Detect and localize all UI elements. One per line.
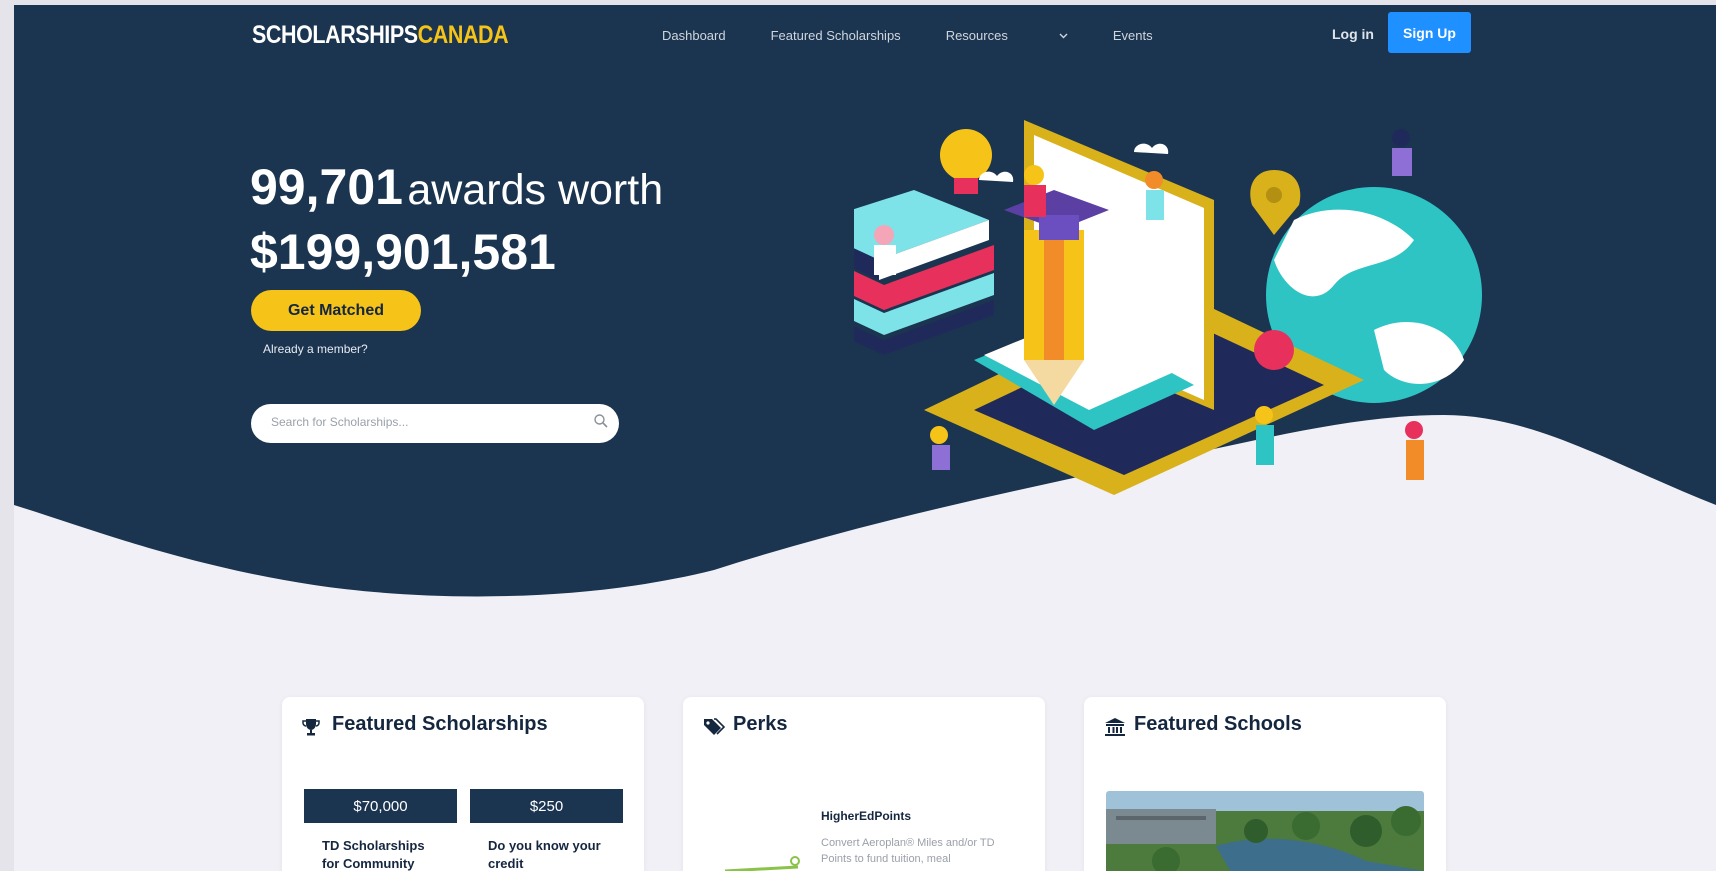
awards-total-value: $199,901,581 [250,224,556,280]
hero-headline: 99,701 awards worth $199,901,581 [250,161,663,278]
perk-item-title[interactable]: HigherEdPoints [821,809,911,823]
scholarship-tile[interactable]: $250 Do you know your credit [470,789,623,871]
scholarship-title: TD Scholarships for Community [322,838,425,871]
site-logo[interactable]: SCHOLARSHIPSCANADA [252,21,509,50]
featured-schools-title: Featured Schools [1134,713,1302,735]
search-icon[interactable] [593,413,609,429]
awards-worth-text: awards worth [407,166,664,214]
perk-item-description: Convert Aeroplan® Miles and/or TD Points… [821,837,995,865]
hero-illustration [854,120,1482,495]
tags-icon [704,718,725,735]
featured-schools-card: Featured Schools [1084,697,1446,871]
nav-resources-label: Resources [945,28,1008,43]
page-frame: SCHOLARSHIPSCANADA Dashboard Featured Sc… [14,5,1716,871]
scholarship-title: Do you know your credit [488,838,601,871]
featured-scholarships-card: Featured Scholarships $70,000 TD Scholar… [282,697,644,871]
login-link[interactable]: Log in [1332,26,1374,42]
perks-card: Perks HigherEdPoints Convert Aeroplan® M… [683,697,1045,871]
get-matched-button[interactable]: Get Matched [251,290,421,331]
nav-dashboard[interactable]: Dashboard [662,28,726,43]
already-member-link[interactable]: Already a member? [263,342,368,356]
trophy-icon [302,719,320,736]
nav-resources[interactable]: Resources [946,28,1068,43]
school-campus-photo[interactable] [1106,791,1424,871]
featured-scholarships-title: Featured Scholarships [332,713,548,735]
nav-featured-scholarships[interactable]: Featured Scholarships [771,28,901,43]
scholarship-tile[interactable]: $70,000 TD Scholarships for Community [304,789,457,871]
university-icon [1105,718,1125,736]
top-navigation: SCHOLARSHIPSCANADA Dashboard Featured Sc… [14,5,1716,65]
scholarship-amount: $250 [470,789,623,823]
scholarship-amount: $70,000 [304,789,457,823]
chevron-down-icon [1059,33,1068,38]
nav-links: Dashboard Featured Scholarships Resource… [662,28,1198,43]
awards-count: 99,701 [250,159,403,215]
perk-logo [724,856,800,871]
signup-button[interactable]: Sign Up [1388,12,1471,53]
search-input[interactable] [269,414,573,430]
scholarship-search-box [251,404,619,443]
nav-events[interactable]: Events [1113,28,1153,43]
perks-title: Perks [733,713,788,735]
